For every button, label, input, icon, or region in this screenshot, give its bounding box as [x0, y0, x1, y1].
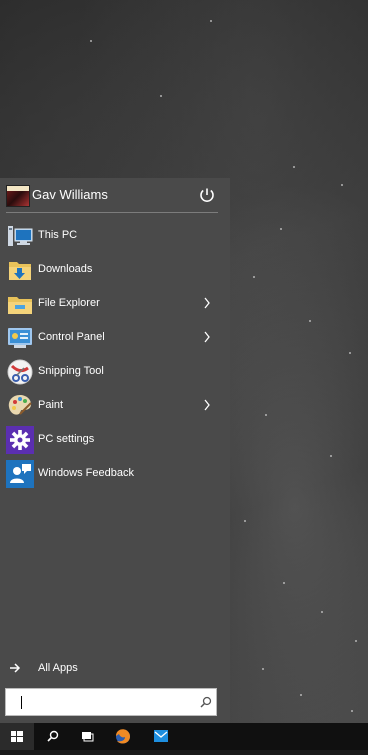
menu-item-file-explorer[interactable]: File Explorer — [0, 287, 230, 321]
snipping-tool-icon — [7, 359, 33, 385]
search-box[interactable] — [5, 688, 217, 716]
menu-item-paint[interactable]: Paint — [0, 389, 230, 423]
start-menu: Gav Williams This PC Downloads File Expl… — [0, 178, 230, 723]
all-apps-label: All Apps — [38, 662, 78, 674]
mail-icon — [154, 730, 168, 742]
arrow-right-icon — [10, 663, 21, 673]
task-view-icon — [82, 732, 94, 742]
chevron-right-icon[interactable] — [203, 399, 211, 411]
menu-item-snipping-tool[interactable]: Snipping Tool — [0, 355, 230, 389]
user-account-button[interactable]: Gav Williams — [0, 178, 230, 212]
start-button[interactable] — [0, 723, 34, 750]
user-avatar — [6, 185, 30, 207]
windows-logo-icon — [11, 731, 23, 742]
paint-palette-icon — [8, 395, 32, 415]
search-icon — [47, 730, 59, 742]
taskbar — [0, 723, 368, 750]
taskbar-mail[interactable] — [144, 723, 178, 750]
chevron-right-icon[interactable] — [203, 297, 211, 309]
menu-divider — [6, 212, 218, 213]
firefox-icon — [116, 729, 130, 744]
chevron-right-icon[interactable] — [203, 331, 211, 343]
menu-item-downloads[interactable]: Downloads — [0, 253, 230, 287]
user-name: Gav Williams — [32, 187, 108, 202]
menu-item-label: PC settings — [38, 433, 95, 445]
control-panel-icon — [8, 328, 32, 348]
menu-item-windows-feedback[interactable]: Windows Feedback — [0, 457, 230, 491]
search-input[interactable] — [16, 693, 190, 713]
menu-item-label: Downloads — [38, 263, 93, 275]
power-icon[interactable] — [198, 186, 216, 204]
all-apps-button[interactable]: All Apps — [0, 658, 230, 680]
file-explorer-icon — [8, 297, 32, 314]
menu-item-this-pc[interactable]: This PC — [0, 219, 230, 253]
menu-item-label: Control Panel — [38, 331, 105, 343]
downloads-folder-icon — [9, 262, 31, 280]
menu-item-label: Windows Feedback — [38, 467, 134, 479]
task-view-button[interactable] — [70, 723, 104, 750]
search-icon[interactable] — [200, 696, 212, 708]
menu-item-control-panel[interactable]: Control Panel — [0, 321, 230, 355]
settings-gear-icon — [6, 426, 34, 454]
menu-item-label: Snipping Tool — [38, 365, 104, 377]
menu-item-label: This PC — [38, 229, 78, 241]
taskbar-firefox[interactable] — [106, 723, 140, 750]
menu-item-label: File Explorer — [38, 297, 100, 309]
feedback-icon — [6, 460, 34, 488]
menu-item-pc-settings[interactable]: PC settings — [0, 423, 230, 457]
menu-item-label: Paint — [38, 399, 64, 411]
computer-icon — [8, 226, 33, 246]
taskbar-search-button[interactable] — [36, 723, 70, 750]
